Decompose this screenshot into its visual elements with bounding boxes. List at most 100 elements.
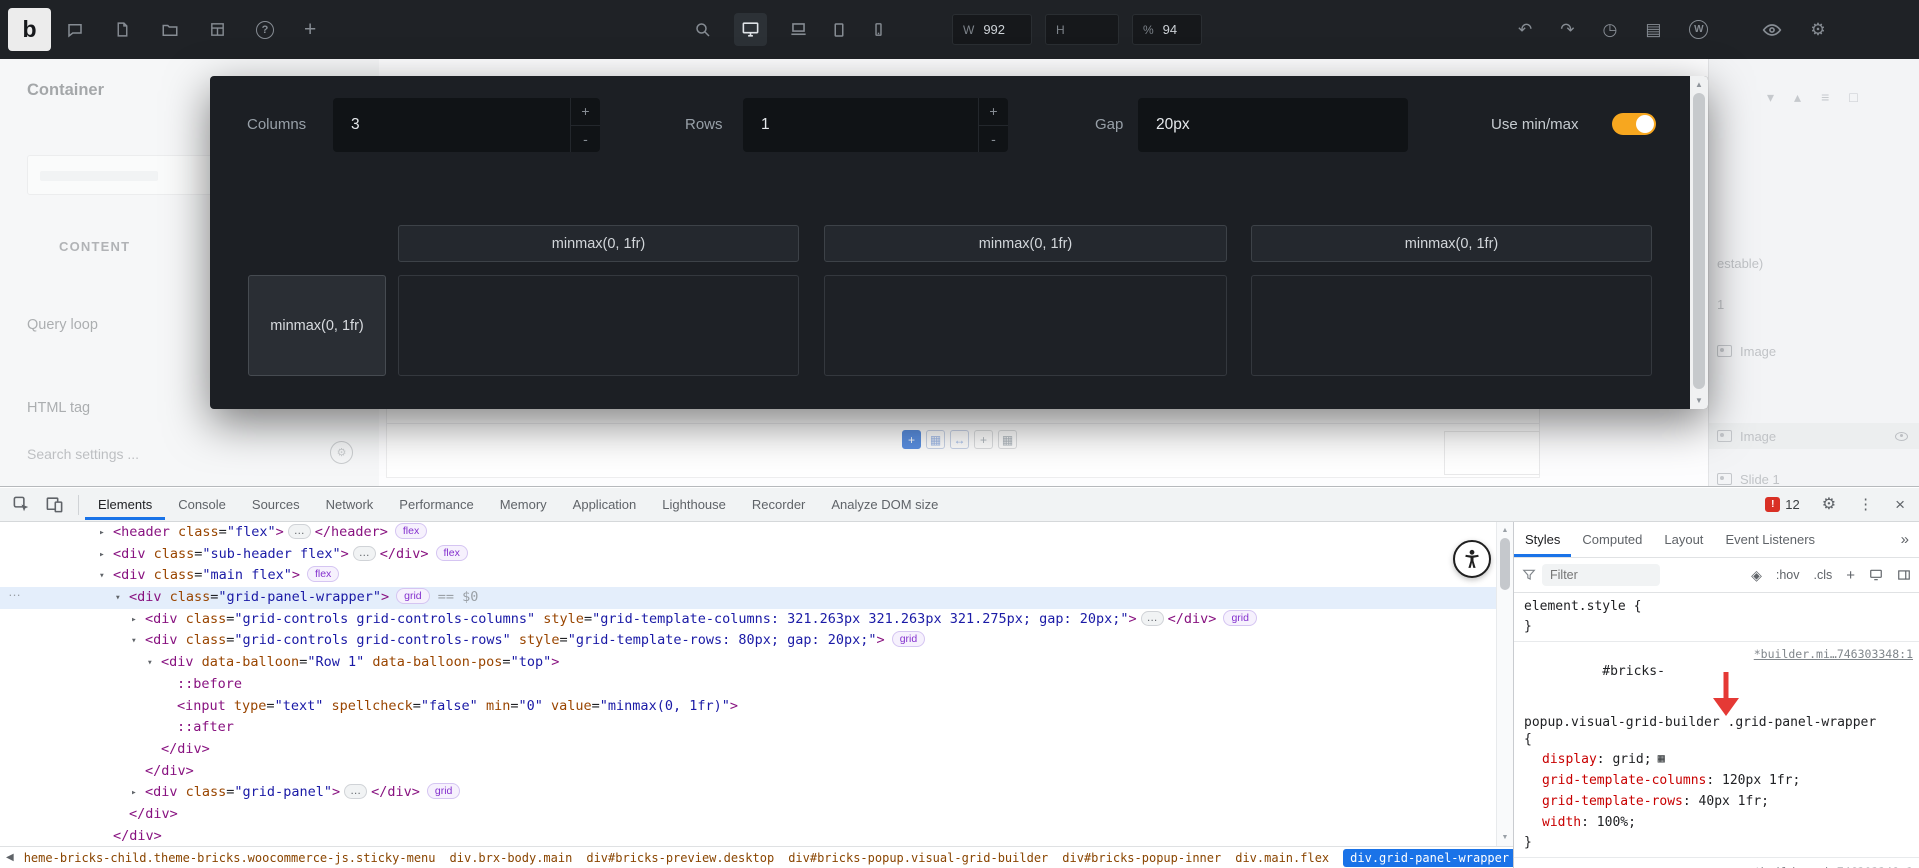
column-size-input[interactable]: minmax(0, 1fr) — [1251, 225, 1652, 262]
document-icon[interactable] — [114, 21, 131, 38]
gutter-dots-icon[interactable]: … — [8, 584, 22, 599]
breadcrumb-item[interactable]: div#bricks-preview.desktop — [586, 851, 774, 865]
scrollbar-thumb[interactable] — [1500, 538, 1510, 590]
dom-tree-node[interactable]: ▾ <div class="main flex"> flex — [0, 565, 1496, 587]
stylesheet-link[interactable]: *builder.mi…746303348:1 — [1754, 862, 1913, 868]
grid-badge[interactable]: grid — [426, 783, 461, 800]
dom-tree-node[interactable]: <input type="text" spellcheck="false" mi… — [0, 696, 1496, 718]
css-rule[interactable]: element.style { — [1514, 597, 1919, 617]
css-selector[interactable]: popup.visual-grid-builder .grid-panel-wr… — [1514, 714, 1919, 731]
columns-increment-button[interactable]: + — [571, 98, 600, 126]
breadcrumb-item[interactable]: div.main.flex — [1235, 851, 1329, 865]
rendering-icon[interactable] — [1869, 568, 1883, 582]
dom-tree-node[interactable]: ::before — [0, 674, 1496, 696]
html-tag-control[interactable]: HTML tag — [27, 400, 90, 416]
layout-icon[interactable] — [209, 21, 226, 38]
dom-tree-node[interactable]: ▾ <div class="grid-controls grid-controls… — [0, 630, 1496, 652]
redo-icon[interactable]: ↷ — [1560, 21, 1574, 38]
zoom-input[interactable]: % 94 — [1132, 14, 1202, 45]
tab-application[interactable]: Application — [560, 489, 650, 520]
sidebar-toggle-icon[interactable] — [1897, 568, 1911, 582]
eye-icon[interactable] — [1895, 431, 1908, 441]
grid-icon[interactable]: ▦ — [926, 430, 945, 449]
flex-badge[interactable]: flex — [394, 523, 428, 539]
structure-item[interactable]: estable) — [1709, 250, 1919, 276]
hov-button[interactable]: :hov — [1776, 568, 1800, 582]
query-loop-control[interactable]: Query loop — [27, 317, 98, 333]
kebab-menu-icon[interactable]: ⋮ — [1858, 497, 1873, 512]
dom-tree-node[interactable]: ▸ <div class="sub-header flex">… </div> fle… — [0, 544, 1496, 566]
breadcrumb-item[interactable]: div.brx-body.main — [450, 851, 573, 865]
add-element-icon[interactable]: + — [902, 430, 921, 449]
grid-adorner-icon[interactable]: ▦ — [1658, 751, 1665, 765]
tab-elements[interactable]: Elements — [85, 489, 165, 520]
dom-tree-node[interactable]: ▸ <div class="grid-controls grid-controls… — [0, 609, 1496, 631]
flex-badge[interactable]: flex — [306, 566, 340, 583]
dom-tree-node[interactable]: </div> — [0, 739, 1496, 761]
undo-icon[interactable]: ↶ — [1518, 21, 1532, 38]
wordpress-icon[interactable]: W — [1689, 20, 1709, 39]
cls-button[interactable]: .cls — [1813, 568, 1832, 582]
rows-decrement-button[interactable]: - — [979, 126, 1008, 153]
add-rule-button[interactable]: + — [1846, 567, 1855, 584]
row-size-input[interactable]: minmax(0, 1fr) — [248, 275, 386, 376]
grid-badge[interactable]: grid — [891, 631, 926, 648]
dom-tree-node[interactable]: </div> — [0, 804, 1496, 826]
breadcrumb-scroll-left-icon[interactable]: ◀ — [6, 852, 14, 863]
tab-computed[interactable]: Computed — [1571, 522, 1653, 557]
tab-performance[interactable]: Performance — [386, 489, 486, 520]
flex-badge[interactable]: flex — [435, 544, 468, 561]
tab-memory[interactable]: Memory — [487, 489, 560, 520]
css-property[interactable]: display: grid; ▦ — [1514, 748, 1919, 770]
add-icon[interactable]: + — [304, 19, 316, 40]
css-property[interactable]: grid-template-columns: 120px 1fr; — [1514, 770, 1919, 791]
dom-tree-node[interactable]: ▾ <div data-balloon="Row 1" data-balloon-… — [0, 652, 1496, 674]
search-icon[interactable] — [694, 21, 712, 39]
tab-recorder[interactable]: Recorder — [739, 489, 818, 520]
styles-filter-input[interactable] — [1542, 564, 1660, 586]
history-icon[interactable]: ◷ — [1603, 21, 1618, 38]
bricks-logo[interactable]: b — [8, 8, 51, 51]
search-settings-input[interactable]: Search settings ... — [27, 446, 139, 462]
grid-icon[interactable]: ▦ — [998, 430, 1017, 449]
tab-analyze-dom-size[interactable]: Analyze DOM size — [818, 489, 951, 520]
expand-ellipsis-button[interactable]: … — [1140, 610, 1164, 626]
tab-content[interactable]: CONTENT — [59, 239, 130, 254]
popup-scrollbar[interactable]: ▲ ▼ — [1690, 76, 1708, 409]
css-selector[interactable]: .brx-body.main * { *builder.mi…746303348… — [1514, 862, 1919, 868]
css-layers-icon[interactable]: ◈ — [1751, 567, 1762, 584]
layers-icon[interactable]: ▤ — [1645, 21, 1661, 38]
help-icon[interactable]: ? — [256, 20, 274, 39]
grid-cell[interactable] — [1251, 275, 1652, 376]
folder-icon[interactable] — [161, 21, 179, 39]
laptop-icon[interactable] — [789, 20, 808, 39]
devtools-close-icon[interactable]: × — [1895, 496, 1905, 513]
gap-input[interactable] — [1138, 98, 1408, 152]
add-element-icon[interactable]: + — [974, 430, 993, 449]
grid-cell[interactable] — [398, 275, 799, 376]
structure-item[interactable]: Image — [1709, 423, 1919, 449]
tab-layout[interactable]: Layout — [1653, 522, 1714, 557]
devtools-settings-icon[interactable]: ⚙ — [1822, 496, 1836, 513]
elements-scrollbar[interactable]: ▲ ▼ — [1496, 522, 1513, 846]
use-minmax-toggle[interactable] — [1612, 113, 1656, 135]
mobile-icon[interactable] — [870, 21, 887, 38]
dom-tree-node[interactable]: ::after — [0, 717, 1496, 739]
inspect-element-icon[interactable] — [12, 495, 31, 514]
issues-counter[interactable]: ! 12 — [1765, 497, 1800, 512]
tab-network[interactable]: Network — [313, 489, 387, 520]
dom-tree-node[interactable]: ▾ <div class="grid-panel-wrapper"> grid ==… — [0, 587, 1496, 609]
dom-tree-node[interactable]: </div> — [0, 761, 1496, 783]
structure-item[interactable]: Image — [1709, 338, 1919, 364]
scroll-down-icon[interactable]: ▼ — [1497, 834, 1513, 841]
tab-styles[interactable]: Styles — [1514, 522, 1571, 557]
grid-badge[interactable]: grid — [1223, 609, 1257, 626]
breadcrumb-item[interactable]: div#bricks-popup-inner — [1062, 851, 1221, 865]
grid-badge[interactable]: grid — [396, 588, 430, 605]
expand-ellipsis-button[interactable]: … — [352, 545, 376, 561]
tab-event-listeners[interactable]: Event Listeners — [1714, 522, 1826, 557]
column-size-input[interactable]: minmax(0, 1fr) — [398, 225, 799, 262]
tab-sources[interactable]: Sources — [239, 489, 313, 520]
accessibility-widget-button[interactable] — [1453, 540, 1491, 578]
columns-decrement-button[interactable]: - — [571, 126, 600, 153]
